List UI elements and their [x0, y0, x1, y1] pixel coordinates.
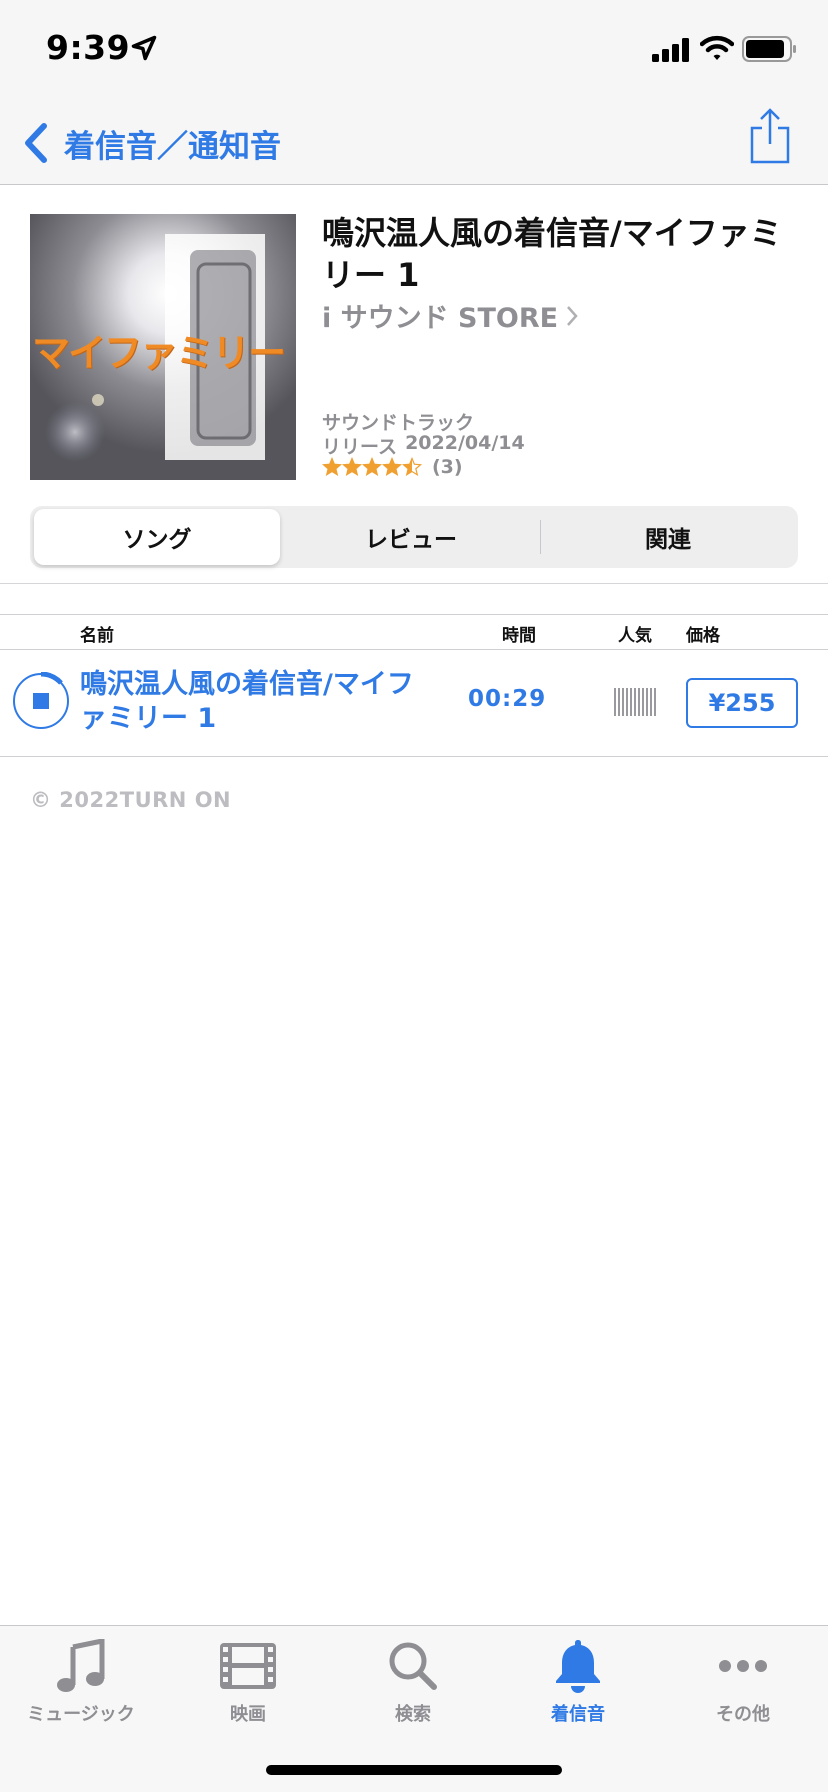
header-time: 時間	[502, 626, 536, 646]
back-button-label: 着信音／通知音	[64, 128, 281, 165]
copyright: © 2022TURN ON	[30, 788, 232, 812]
tab-songs[interactable]: ソング	[34, 509, 280, 565]
album-artwork: マイファミリー	[30, 214, 296, 480]
segment-divider	[540, 520, 541, 554]
tab-music[interactable]: ミュージック	[6, 1636, 156, 1746]
tab-ringtones-label: 着信音	[551, 1704, 605, 1725]
star-3	[361, 457, 383, 477]
header-price: 価格	[686, 626, 720, 646]
tab-search[interactable]: 検索	[338, 1636, 488, 1746]
price-button[interactable]: ¥255	[686, 678, 798, 728]
location-arrow-icon	[131, 35, 157, 61]
share-icon[interactable]	[748, 106, 792, 166]
battery-icon	[742, 36, 796, 62]
star-1	[322, 457, 343, 477]
genre-label: サウンドトラック	[322, 412, 475, 434]
rating-count: (3)	[432, 456, 463, 478]
home-indicator	[266, 1765, 562, 1775]
signal-icon	[652, 38, 689, 62]
search-icon	[389, 1642, 437, 1690]
release-label: リリース	[322, 436, 398, 458]
chevron-left-icon	[25, 123, 47, 163]
release-date: 2022/04/14	[405, 432, 525, 454]
tab-search-label: 検索	[395, 1704, 431, 1725]
rating: (3)	[322, 456, 463, 478]
tab-ringtones[interactable]: 着信音	[503, 1636, 653, 1746]
popularity-bars-icon	[614, 688, 656, 716]
stop-preview-icon[interactable]	[12, 672, 70, 730]
tab-movies-label: 映画	[230, 1704, 266, 1725]
back-button[interactable]: 着信音／通知音	[22, 118, 281, 168]
tab-reviews[interactable]: レビュー	[286, 509, 536, 565]
star-2	[341, 457, 363, 477]
star-rating-icon	[322, 457, 423, 477]
status-bar: 9:39	[0, 0, 828, 100]
film-icon	[220, 1643, 276, 1689]
artist-name: i サウンド STORE	[322, 303, 559, 334]
divider	[0, 583, 828, 584]
release-info: リリース 2022/04/14	[322, 432, 525, 459]
tab-more[interactable]: その他	[668, 1636, 818, 1746]
wifi-icon	[700, 35, 734, 60]
artist-link[interactable]: i サウンド STORE	[322, 296, 578, 335]
music-note-icon	[57, 1639, 105, 1692]
track-name: 鳴沢温人風の着信音/マイファミリー 1	[80, 669, 414, 734]
star-4	[381, 457, 403, 477]
track-time: 00:29	[468, 686, 547, 712]
status-time: 9:39	[46, 28, 131, 67]
header-name: 名前	[80, 626, 114, 646]
header-popularity: 人気	[618, 626, 652, 646]
more-icon	[719, 1660, 767, 1672]
tab-more-label: その他	[716, 1704, 770, 1725]
table-row[interactable]: 鳴沢温人風の着信音/マイファミリー 1 00:29 ¥255	[0, 650, 828, 757]
album-title: 鳴沢温人風の着信音/マイファミリー 1	[322, 214, 782, 294]
segmented-control: ソング レビュー 関連	[30, 506, 798, 568]
nav-bar: 着信音／通知音	[0, 100, 828, 185]
chevron-right-icon	[567, 305, 578, 326]
bell-icon	[556, 1640, 600, 1693]
album-artwork-text: マイファミリー	[32, 331, 286, 375]
table-header: 名前 時間 人気 価格	[0, 614, 828, 650]
tab-related[interactable]: 関連	[542, 509, 794, 565]
tab-movies[interactable]: 映画	[173, 1636, 323, 1746]
tab-music-label: ミュージック	[27, 1704, 135, 1725]
